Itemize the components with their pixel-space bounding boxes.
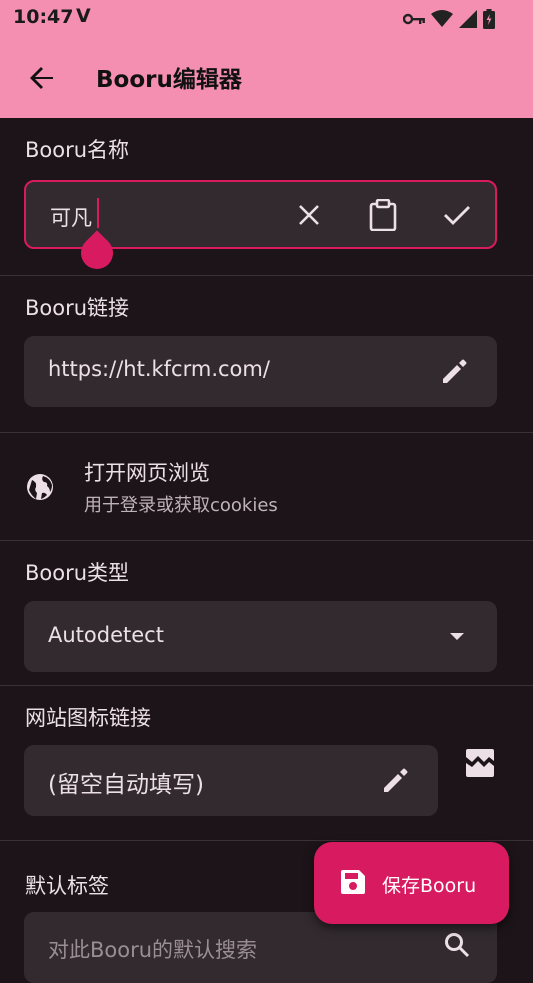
broken-image-icon (465, 748, 495, 778)
favicon-field[interactable]: (留空自动填写) (24, 745, 438, 816)
favicon-label: 网站图标链接 (25, 706, 151, 730)
clear-button[interactable] (289, 195, 329, 235)
divider (0, 540, 533, 541)
wifi-icon (431, 10, 453, 28)
type-value: Autodetect (48, 623, 164, 647)
type-dropdown[interactable]: Autodetect (24, 601, 497, 672)
signal-icon (459, 10, 477, 28)
save-icon (340, 869, 366, 895)
paste-button[interactable] (363, 195, 403, 235)
clipboard-icon (369, 199, 397, 231)
arrow-back-icon (22, 58, 62, 98)
edit-pencil-icon (382, 766, 410, 794)
edit-url-button[interactable] (435, 351, 475, 391)
confirm-button[interactable] (437, 195, 477, 235)
status-time: 10:47 (13, 6, 74, 28)
check-icon (443, 203, 471, 227)
globe-icon (26, 473, 54, 501)
default-tags-label: 默认标签 (25, 874, 109, 898)
page-title: Booru编辑器 (96, 67, 242, 93)
search-icon (444, 932, 470, 958)
open-browser-subtitle: 用于登录或获取cookies (84, 495, 278, 516)
divider (0, 840, 533, 841)
battery-icon (483, 9, 495, 29)
url-label: Booru链接 (25, 296, 130, 320)
status-icons (403, 9, 495, 29)
back-button[interactable] (22, 58, 62, 98)
save-booru-button[interactable]: 保存Booru (314, 842, 509, 924)
name-input[interactable]: 可凡 (50, 202, 92, 232)
open-browser-item[interactable]: 打开网页浏览 用于登录或获取cookies (0, 433, 533, 539)
url-value[interactable]: https://ht.kfcrm.com/ (48, 357, 270, 381)
divider (0, 685, 533, 686)
close-icon (297, 203, 321, 227)
app-bar: Booru编辑器 (0, 36, 533, 118)
text-cursor (97, 198, 99, 228)
save-booru-label: 保存Booru (382, 875, 477, 897)
type-label: Booru类型 (25, 561, 130, 585)
open-browser-title: 打开网页浏览 (84, 461, 210, 485)
favicon-input[interactable]: (留空自动填写) (48, 765, 204, 799)
status-bar: 10:47 V (0, 0, 533, 36)
url-field[interactable]: https://ht.kfcrm.com/ (24, 336, 497, 407)
default-tags-input[interactable]: 对此Booru的默认搜索 (48, 934, 257, 964)
divider (0, 275, 533, 276)
dropdown-arrow-icon (449, 632, 465, 642)
edit-favicon-button[interactable] (376, 760, 416, 800)
vpn-key-icon (403, 12, 425, 26)
edit-pencil-icon (441, 357, 469, 385)
name-label: Booru名称 (25, 138, 130, 162)
app-notification-icon: V (76, 5, 91, 27)
